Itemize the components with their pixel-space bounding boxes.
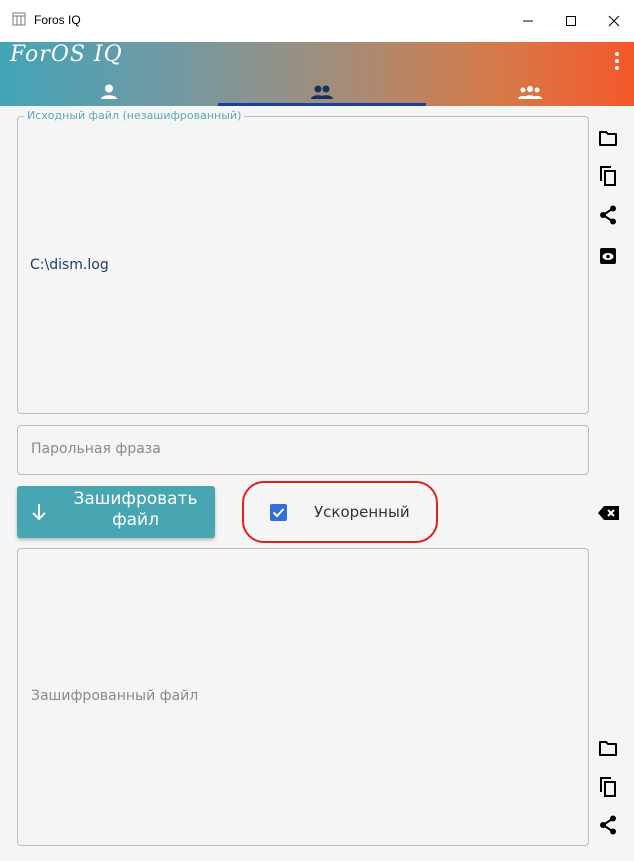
user-group-icon <box>518 86 542 99</box>
clear-button[interactable] <box>598 502 620 524</box>
encrypted-file-placeholder: Зашифрованный файл <box>31 688 199 704</box>
source-file-legend: Исходный файл (незашифрованный) <box>24 109 245 122</box>
maximize-button[interactable] <box>551 6 591 36</box>
source-share-button[interactable] <box>597 204 619 226</box>
arrow-down-icon <box>32 504 46 521</box>
brand-logo: ForOS IQ <box>10 42 123 67</box>
fast-mode-checkbox[interactable] <box>270 504 287 521</box>
source-file-path: C:\dism.log <box>30 257 109 273</box>
share-icon <box>600 205 616 225</box>
passphrase-placeholder: Парольная фраза <box>31 441 161 457</box>
share-icon <box>600 815 616 835</box>
output-copy-button[interactable] <box>597 776 619 798</box>
minimize-button[interactable] <box>508 6 548 36</box>
copy-icon <box>600 777 616 797</box>
folder-icon <box>599 741 617 756</box>
app-icon <box>12 12 26 26</box>
output-open-button[interactable] <box>597 737 619 759</box>
folder-icon <box>599 131 617 146</box>
tab-single[interactable] <box>0 78 218 106</box>
window-title: Foros IQ <box>34 13 81 27</box>
copy-icon <box>600 166 616 186</box>
more-vertical-icon <box>615 52 619 70</box>
active-tab-indicator <box>218 103 426 106</box>
maximize-icon <box>566 16 576 26</box>
close-icon <box>608 15 620 27</box>
encrypt-file-button[interactable]: Зашифровать файл <box>17 486 215 538</box>
encrypt-file-label: Зашифровать файл <box>73 489 198 530</box>
source-preview-button[interactable] <box>597 245 619 267</box>
tab-pair[interactable] <box>218 78 426 106</box>
backspace-icon <box>598 506 619 520</box>
source-copy-button[interactable] <box>597 165 619 187</box>
menu-button[interactable] <box>610 50 624 72</box>
preview-icon <box>600 248 616 264</box>
source-open-button[interactable] <box>597 127 619 149</box>
two-users-icon <box>311 85 333 99</box>
tab-group[interactable] <box>426 78 634 106</box>
close-button[interactable] <box>594 6 634 36</box>
minimize-icon <box>523 20 533 22</box>
output-share-button[interactable] <box>597 814 619 836</box>
window-titlebar: Foros IQ <box>0 0 634 42</box>
fast-mode-label[interactable]: Ускоренный <box>314 503 410 521</box>
single-user-icon <box>101 84 117 99</box>
check-icon <box>272 508 285 518</box>
